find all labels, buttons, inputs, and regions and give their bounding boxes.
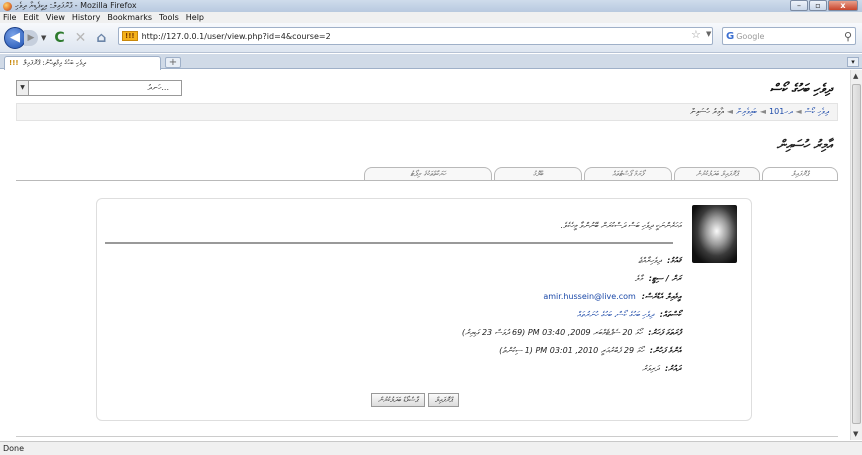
tab-title[interactable]: ދިވެހި ބަހުގެ އިމްތިޙާނު: ޕްރޮފައިލް — [23, 59, 86, 67]
site-title: ދިވެހި ބަހުގެ ކޯސް — [769, 82, 832, 97]
scrollbar-thumb[interactable] — [852, 84, 861, 424]
breadcrumb-user: އާމިރު ހުސައިން — [690, 107, 724, 116]
profile-row-last-access: އެންމެ ފަހުން: ހޯމަ 29 ފެބްރުއަރީ 2010, 0… — [499, 344, 681, 358]
status-bar: Done — [0, 441, 862, 455]
search-box[interactable]: G Google ⚲ — [722, 27, 856, 45]
jump-value: ހަނދު... — [147, 83, 169, 92]
row-label: ފުރަތަމަ ފަހަރު: — [648, 328, 681, 337]
breadcrumb-course[interactable]: ދހ101 — [769, 107, 792, 116]
profile-row-courses: ކޯސްތައް: ދިވެހި ބަހުގެ ކޯސް، ބަހުގެ ހުނަ… — [577, 308, 681, 322]
forward-button[interactable]: ▶ — [24, 29, 38, 46]
avatar[interactable] — [692, 205, 737, 263]
menu-view[interactable]: View — [46, 12, 65, 23]
new-tab-button[interactable]: + — [165, 57, 181, 68]
maximize-button[interactable]: ▫ — [809, 0, 827, 11]
minimize-button[interactable]: – — [790, 0, 808, 11]
tab-activity-reports[interactable]: ހަރަކާތްތަކުގެ ރިޕޯޓު — [364, 167, 492, 181]
profile-actions: ޕާސްވޯޑް ބަދަލުކުރުން ޕްރޮފައިލް — [371, 393, 460, 407]
window-title: ޕްރޮފައިލް: އިކީޕެޑިޔާ ދިވެހި - Mozilla … — [15, 1, 137, 10]
page-title: އާމިރު ހުސައިން — [776, 138, 832, 153]
row-label: އެންމެ ފަހުން: — [649, 346, 681, 355]
breadcrumb-separator: ◄ — [795, 107, 802, 116]
bookmark-star-icon[interactable]: ☆ — [691, 28, 701, 41]
profile-row-city: ރަށް / ސިޓީ: މާލެ — [635, 272, 681, 286]
google-icon[interactable]: G — [726, 31, 734, 42]
profile-description: އަހަރެންނަކީ ދިވެހި ބަސް ދަސްކުރަން ބޭނު… — [560, 221, 681, 230]
window-titlebar: ޕްރޮފައިލް: އިކީޕެޑިޔާ ދިވެހި - Mozilla … — [0, 0, 862, 12]
row-label: ދައުރު: — [664, 364, 681, 373]
tab-list-button[interactable]: ▾ — [847, 57, 859, 67]
row-label: އީމެއިލް އެޑްރެސް: — [641, 292, 681, 301]
scroll-up-icon[interactable]: ▲ — [853, 72, 858, 80]
firefox-logo-icon — [3, 1, 12, 11]
address-bar[interactable]: !!! http://127.0.0.1/user/view.php?id=4&… — [118, 27, 713, 45]
breadcrumb-participants[interactable]: ބައިވެރިން — [736, 107, 757, 116]
course-link[interactable]: ދިވެހި ބަހުގެ ކޯސް، ބަހުގެ ހުނަރުތައް — [577, 310, 654, 319]
row-value: ހޯމަ 20 ސެޕްޓެމްބަރ 2009, 03:40 PM (69 ދ… — [461, 328, 643, 337]
tab-blog[interactable]: ބްލޮގު — [494, 167, 582, 181]
breadcrumb-separator: ◄ — [759, 107, 767, 116]
menu-history[interactable]: History — [72, 12, 100, 23]
close-button[interactable]: x — [828, 0, 858, 11]
tab-forum-posts[interactable]: ފޯރަމް ޕޯސްޓްތައް — [584, 167, 672, 181]
profile-card: އަހަރެންނަކީ ދިވެހި ބަސް ދަސްކުރަން ބޭނު… — [96, 198, 752, 421]
tab-favicon-icon: !!! — [9, 59, 19, 67]
page-content: ▼ ހަނދު... ދިވެހި ބަހުގެ ކޯސް ދިވެހި ކޯސ… — [0, 70, 850, 440]
divider — [105, 242, 673, 244]
menu-file[interactable]: File — [3, 12, 16, 23]
stop-button[interactable]: ✕ — [75, 30, 87, 46]
url-text[interactable]: http://127.0.0.1/user/view.php?id=4&cour… — [142, 32, 331, 41]
back-button[interactable]: ◀ — [4, 26, 26, 49]
row-label: ކޯސްތައް: — [659, 310, 681, 319]
row-value: ހޯމަ 29 ފެބްރުއަރީ 2010, 03:01 PM (1 ސިކ… — [499, 346, 644, 355]
reload-button[interactable]: C — [54, 30, 64, 46]
breadcrumb-separator: ◄ — [726, 107, 733, 116]
menu-bookmarks[interactable]: Bookmarks — [107, 12, 152, 23]
change-password-button[interactable]: ޕާސްވޯޑް ބަދަލުކުރުން — [371, 393, 425, 407]
url-dropdown-icon[interactable]: ▼ — [706, 30, 711, 38]
window-controls: – ▫ x — [790, 0, 858, 11]
chevron-down-icon[interactable]: ▼ — [17, 81, 29, 95]
row-value: ދަރިވަރު — [642, 364, 659, 373]
home-button[interactable]: ⌂ — [96, 30, 106, 46]
profile-row-first-access: ފުރަތަމަ ފަހަރު: ހޯމަ 20 ސެޕްޓެމްބަރ 2009… — [462, 326, 681, 340]
profile-row-role: ދައުރު: ދަރިވަރު — [642, 362, 681, 376]
row-label: ޤައުމު: — [667, 256, 681, 265]
breadcrumb-home[interactable]: ދިވެހި ކޯސް — [805, 107, 829, 116]
menu-bar: File Edit View History Bookmarks Tools H… — [0, 12, 862, 23]
vertical-scrollbar[interactable]: ▲ ▼ — [850, 70, 862, 440]
menu-tools[interactable]: Tools — [159, 12, 179, 23]
browser-tab[interactable]: !!! ދިވެހި ބަހުގެ އިމްތިޙާނު: ޕްރޮފައިލް — [4, 56, 161, 70]
row-label: ރަށް / ސިޓީ: — [648, 274, 681, 283]
profile-row-email: އީމެއިލް އެޑްރެސް: amir.hussein@live.com — [543, 290, 681, 304]
history-dropdown-icon[interactable]: ▼ — [41, 34, 46, 42]
row-value: މާލެ — [634, 274, 643, 283]
jump-to-select[interactable]: ▼ ހަނދު... — [16, 80, 182, 96]
menu-help[interactable]: Help — [186, 12, 204, 23]
tab-edit-profile[interactable]: ޕްރޮފައިލް ބަދަލުކުރުން — [674, 167, 760, 181]
search-input[interactable]: Google — [736, 32, 764, 41]
breadcrumb: ދިވެހި ކޯސް◄ދހ101◄ބައިވެރިން◄އާމިރު ހުސަ… — [16, 103, 838, 121]
tabs-divider — [16, 180, 838, 181]
scroll-down-icon[interactable]: ▼ — [853, 430, 858, 438]
row-value: ދިވެހިރާއްޖެ — [638, 256, 662, 265]
search-icon[interactable]: ⚲ — [844, 30, 852, 43]
status-text: Done — [3, 444, 25, 453]
menu-edit[interactable]: Edit — [23, 12, 39, 23]
footer-divider — [16, 436, 838, 437]
profile-tabs: ޕްރޮފައިލް ޕްރޮފައިލް ބަދަލުކުރުން ފޯރަމ… — [230, 167, 838, 181]
profile-button[interactable]: ޕްރޮފައިލް — [427, 393, 460, 407]
profile-row-country: ޤައުމު: ދިވެހިރާއްޖެ — [638, 254, 681, 268]
browser-tab-bar: !!! ދިވެހި ބަހުގެ އިމްތިޙާނު: ޕްރޮފައިލް… — [0, 54, 862, 70]
site-favicon-icon: !!! — [122, 31, 138, 41]
tab-profile[interactable]: ޕްރޮފައިލް — [762, 167, 838, 181]
navigation-toolbar: ◀ ▶ ▼ C ✕ ⌂ !!! http://127.0.0.1/user/vi… — [0, 23, 862, 53]
email-link[interactable]: amir.hussein@live.com — [543, 292, 635, 301]
